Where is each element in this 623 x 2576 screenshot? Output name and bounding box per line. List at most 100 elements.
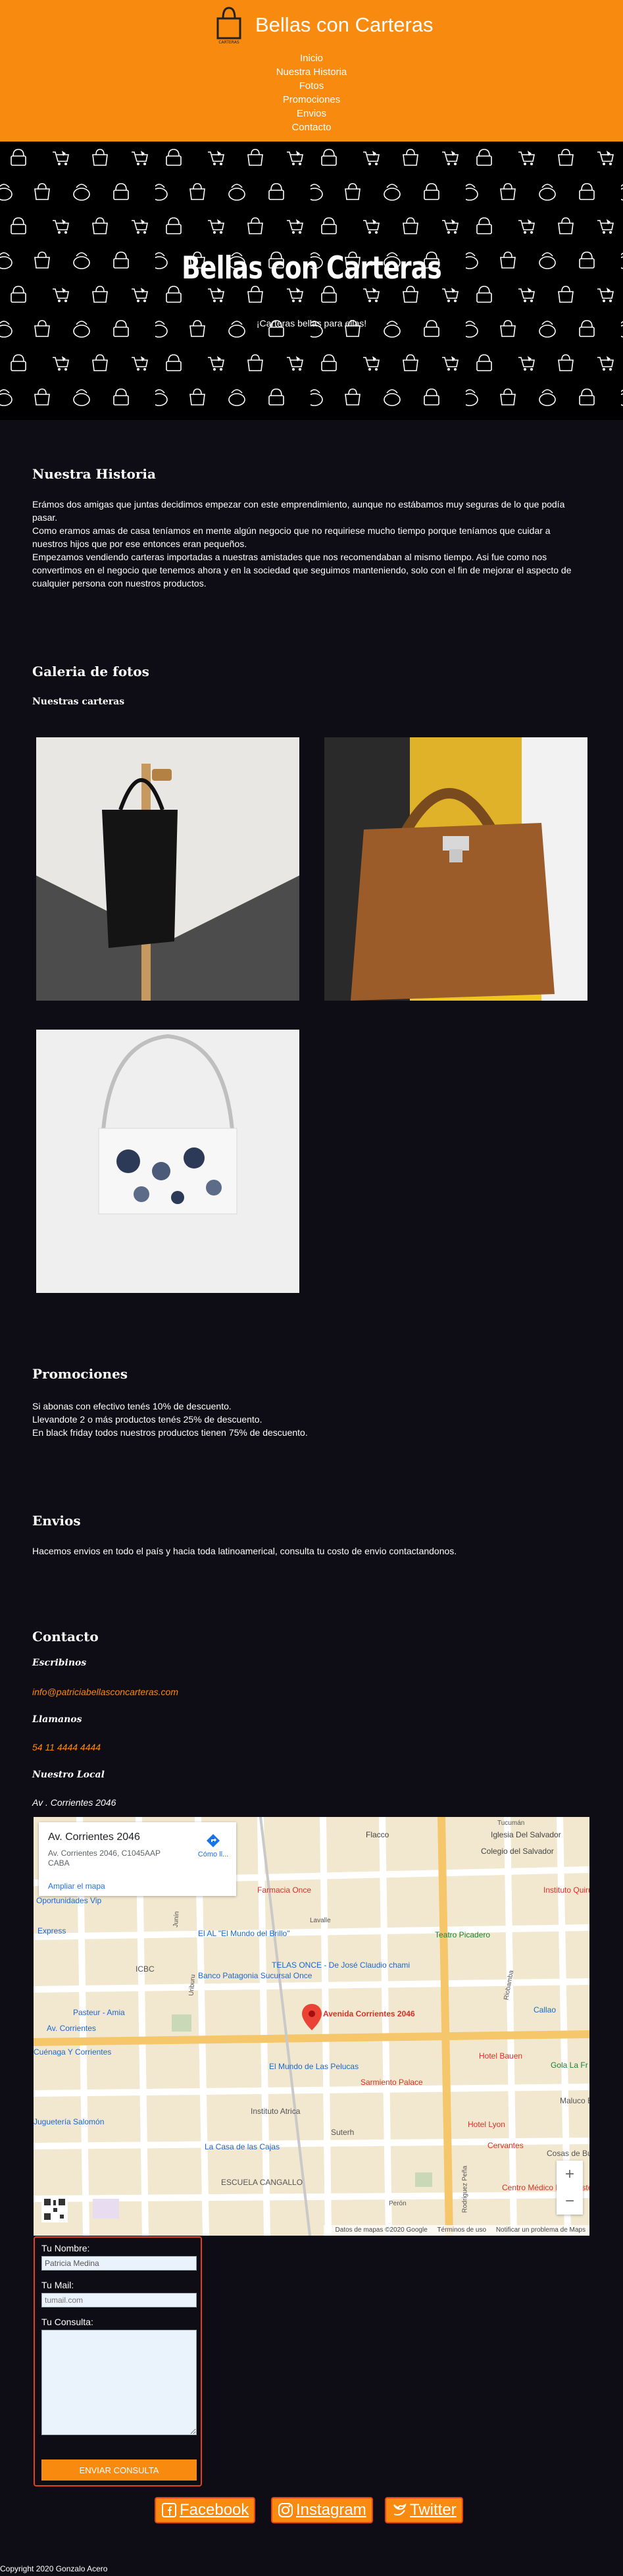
instagram-label: Instagram (296, 2501, 366, 2519)
street-view-thumbnail[interactable] (41, 2196, 68, 2222)
hero-title: Bellas con Carteras (182, 250, 442, 286)
photo-floral-bag (36, 1030, 299, 1293)
envios-heading: Envios (32, 1513, 81, 1529)
instagram-button[interactable]: Instagram (271, 2497, 373, 2523)
map-label: Rodriguez Peña (461, 2165, 469, 2213)
map-label: Pasteur - Amia (73, 2008, 125, 2017)
map-label: Express (37, 1926, 66, 1935)
galeria-subheading: Nuestras carteras (32, 697, 125, 707)
map-label: Instituto Atrica (251, 2107, 301, 2116)
map-label: Juguetería Salomón (34, 2117, 105, 2126)
enlarge-map-link[interactable]: Ampliar el mapa (48, 1881, 105, 1891)
nav-envios[interactable]: Envios (0, 107, 623, 120)
map-label: Cervantes (487, 2141, 524, 2150)
historia-paragraph: Como eramos amas de casa teníamos en men… (32, 525, 551, 549)
twitter-button[interactable]: Twitter (385, 2497, 463, 2523)
nav-promociones[interactable]: Promociones (0, 93, 623, 107)
contact-form: Tu Nombre: Tu Mail: Tu Consulta: ENVIAR … (34, 2236, 202, 2486)
map-place-card: Av. Corrientes 2046 Av. Corrientes 2046,… (39, 1822, 236, 1896)
twitter-label: Twitter (410, 2501, 457, 2519)
location-pin-icon[interactable] (302, 2004, 322, 2030)
map-label: Hotel Bauen (479, 2051, 523, 2061)
copyright-text: Copyright 2020 Gonzalo Acero (0, 2564, 108, 2573)
directions-label: Cómo ll... (197, 1851, 229, 1858)
map-label: Sarmiento Palace (361, 2078, 423, 2087)
map-label: Colegio del Salvador (481, 1847, 554, 1856)
zoom-in-button[interactable]: + (557, 2161, 583, 2188)
consulta-textarea[interactable] (41, 2330, 197, 2435)
map-label: Callao (534, 2005, 557, 2014)
report-problem-link[interactable]: Notificar un problema de Maps (496, 2226, 586, 2234)
main-nav: Inicio Nuestra Historia Fotos Promocione… (0, 51, 623, 134)
promo-line: En black friday todos nuestros productos… (32, 1427, 308, 1438)
nav-fotos[interactable]: Fotos (0, 79, 623, 93)
place-title: Av. Corrientes 2046 (48, 1831, 140, 1843)
historia-paragraph: Empezamos vendiendo carteras importadas … (32, 552, 572, 589)
svg-text:CARTERAS: CARTERAS (218, 40, 239, 45)
promo-line: Si abonas con efectivo tenés 10% de desc… (32, 1401, 232, 1411)
hero-subtitle: ¡Carteras bellas para ellas! (256, 318, 367, 329)
map-label: Instituto Quirúrgico del Callao (543, 1885, 589, 1895)
qr-icon (44, 2199, 65, 2220)
historia-paragraph: Erámos dos amigas que juntas decidimos e… (32, 499, 565, 523)
map-label: Banco Patagonia Sucursal Once (198, 1971, 312, 1980)
submit-button[interactable]: ENVIAR CONSULTA (41, 2459, 197, 2481)
map-label: Hotel Lyon (468, 2120, 505, 2129)
directions-icon (207, 1834, 220, 1847)
map-label: Iglesia Del Salvador (491, 1830, 561, 1839)
map-data-credit: Datos de mapas ©2020 Google (335, 2226, 428, 2234)
hero-banner: Bellas con Carteras ¡Carteras bellas par… (0, 142, 623, 420)
map-label: Flacco (366, 1830, 389, 1839)
handbag-logo-icon: CARTERAS (216, 7, 241, 45)
map-label: TELAS ONCE - De José Claudio chami (272, 1960, 411, 1970)
map-label: Perón (389, 2200, 407, 2207)
photo-brown-handbag (324, 737, 587, 1001)
map-label: ICBC (136, 1964, 155, 1974)
address-text: Av . Corrientes 2046 (32, 1797, 116, 1808)
phone-link[interactable]: 54 11 4444 4444 (32, 1742, 101, 1752)
contacto-heading: Contacto (32, 1629, 99, 1644)
envios-text: Hacemos envios en todo el país y hacia t… (32, 1546, 457, 1556)
map-footer: Datos de mapas ©2020 Google Términos de … (323, 2225, 589, 2236)
directions-button[interactable]: Cómo ll... (193, 1833, 233, 1858)
map-label: Maluco B (560, 2096, 589, 2105)
nav-nuestra-historia[interactable]: Nuestra Historia (0, 65, 623, 79)
map-label: Farmacia Once (257, 1885, 312, 1895)
email-link[interactable]: info@patriciabellasconcarteras.com (32, 1687, 178, 1697)
map-label: La Casa de las Cajas (205, 2142, 280, 2151)
map-label: ESCUELA CANGALLO (221, 2178, 303, 2187)
promociones-heading: Promociones (32, 1366, 128, 1382)
site-title: Bellas con Carteras (255, 13, 434, 36)
nav-inicio[interactable]: Inicio (0, 51, 623, 65)
map-label: Cosas de Bue (547, 2149, 589, 2158)
nav-contacto[interactable]: Contacto (0, 120, 623, 134)
zoom-out-button[interactable]: − (557, 2188, 583, 2215)
brand[interactable]: CARTERAS Bellas con Carteras (212, 5, 434, 45)
map-label: Tucumán (497, 1820, 525, 1827)
promo-line: Llevandote 2 o más productos tenés 25% d… (32, 1414, 262, 1425)
galeria-heading: Galeria de fotos (32, 664, 149, 679)
facebook-icon (162, 2503, 176, 2517)
map-label: Oportunidades Vip (36, 1896, 102, 1905)
escribinos-label: Escribinos (32, 1658, 87, 1668)
map-label: Cuénaga Y Corrientes (34, 2047, 112, 2057)
map-label: El AL "El Mundo del Brillo" (198, 1929, 290, 1938)
terms-link[interactable]: Términos de uso (437, 2226, 486, 2234)
historia-text: Erámos dos amigas que juntas decidimos e… (32, 498, 578, 590)
photo-black-tote (36, 737, 299, 1001)
mail-label: Tu Mail: (41, 2280, 74, 2290)
place-address: Av. Corrientes 2046, C1045AAP CABA (48, 1849, 161, 1868)
zoom-controls: + − (557, 2161, 583, 2215)
mail-input[interactable] (41, 2293, 197, 2307)
llamanos-label: Llamanos (32, 1714, 82, 1725)
facebook-label: Facebook (180, 2501, 249, 2519)
name-input[interactable] (41, 2256, 197, 2271)
map-label: Teatro Picadero (435, 1930, 491, 1939)
twitter-icon (393, 2503, 407, 2516)
map-label: Gola La Fr (551, 2061, 588, 2070)
facebook-button[interactable]: Facebook (155, 2497, 256, 2523)
instagram-icon (278, 2503, 293, 2517)
map-label: Junín (172, 1910, 181, 1928)
historia-heading: Nuestra Historia (32, 466, 156, 482)
google-map[interactable]: Avenida Corrientes 2046 Colegio del Salv… (34, 1817, 589, 2236)
